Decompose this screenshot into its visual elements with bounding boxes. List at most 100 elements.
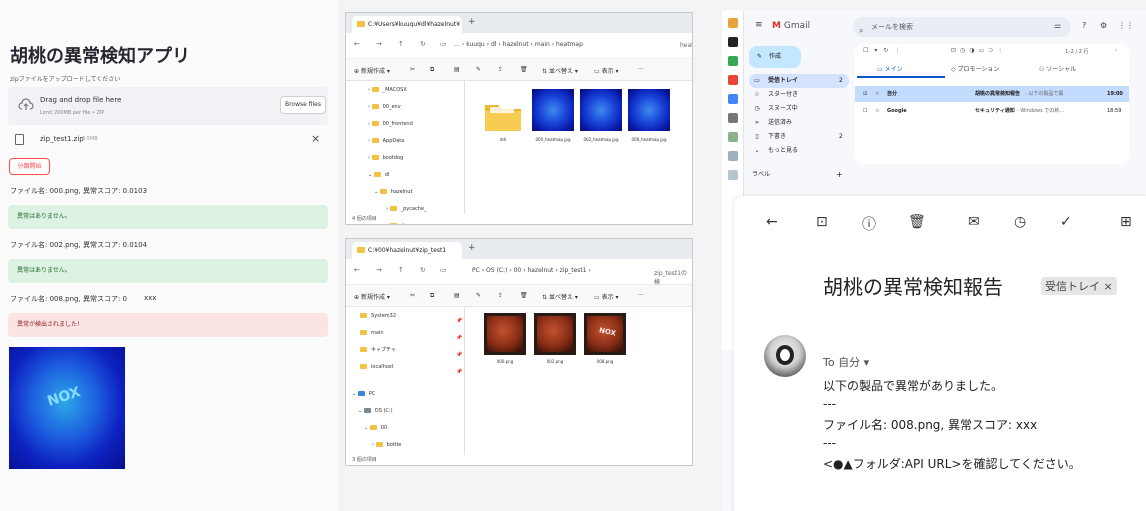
cut-icon[interactable]: ✂ xyxy=(410,66,415,73)
tree-item[interactable]: › 00_env xyxy=(368,102,401,112)
forward-icon[interactable]: → xyxy=(376,266,382,274)
remove-file-button[interactable]: × xyxy=(311,132,320,145)
archive-icon[interactable]: ⊡ xyxy=(816,214,828,230)
tree-item[interactable]: › _pycache_ xyxy=(386,204,427,214)
delete-icon[interactable]: 🗑 xyxy=(908,214,926,230)
tab-promotions[interactable]: ◇ プロモーション xyxy=(951,64,999,73)
app-icon[interactable] xyxy=(728,132,738,142)
file-dropzone[interactable]: Drag and drop file here Limit 200MB per … xyxy=(8,87,328,125)
tab-primary[interactable]: ▭ メイン xyxy=(877,64,903,73)
more-icon[interactable]: ··· xyxy=(638,292,644,299)
new-button[interactable]: ⊕ 新規作成 ▾ xyxy=(354,66,390,75)
pane-splitter[interactable] xyxy=(464,307,465,455)
copy-icon[interactable]: ⧉ xyxy=(430,292,434,300)
nav-sent[interactable]: ➢ 送信済み xyxy=(752,117,792,129)
nav-drafts[interactable]: ▯ 下書き 2 xyxy=(752,131,842,143)
new-tab-button[interactable]: + xyxy=(468,17,476,27)
tree-item[interactable]: › AppData xyxy=(368,136,404,146)
breadcrumb[interactable]: … › kuuqu › dl › hazelnut › main › heatm… xyxy=(454,41,583,48)
tree-item[interactable]: localhost xyxy=(360,362,393,372)
menu-icon[interactable]: ≡ xyxy=(755,20,763,30)
explorer-tab[interactable]: C:¥Users¥kuuqu¥dl¥hazelnut¥ xyxy=(352,16,462,33)
tree-item[interactable]: ⌄ 00 xyxy=(364,423,387,433)
tab-social[interactable]: ⚇ ソーシャル xyxy=(1039,64,1076,73)
delete-icon[interactable]: 🗑 xyxy=(520,292,528,299)
sort-button[interactable]: ⇅ 並べ替え ▾ xyxy=(542,292,578,301)
apps-icon[interactable]: ⋮⋮ xyxy=(1118,21,1134,30)
share-icon[interactable]: ⇪ xyxy=(498,66,503,73)
help-icon[interactable]: ? xyxy=(1082,21,1086,30)
address-bar[interactable]: ← → ↑ ↻ ▭ PC › OS (C:) › 00 › hazelnut ›… xyxy=(346,259,692,286)
message-row[interactable]: ☐ ☆ Google セキュリティ通知 - Windows での新… 18:59 xyxy=(855,103,1129,119)
tree-item[interactable]: › bottle xyxy=(372,440,401,450)
gmail-logo[interactable]: M Gmail xyxy=(772,21,810,31)
paste-icon[interactable]: ▤ xyxy=(454,66,460,73)
hazelnut-thumbnail[interactable] xyxy=(534,313,576,355)
back-arrow-icon[interactable]: ← xyxy=(766,214,778,230)
report-spam-icon[interactable]: ⓘ xyxy=(862,214,876,234)
new-button[interactable]: ⊕ 新規作成 ▾ xyxy=(354,292,390,301)
inbox-label-chip[interactable]: 受信トレイ × xyxy=(1041,277,1117,295)
gmail-icon[interactable] xyxy=(728,75,738,85)
view-button[interactable]: ▭ 表示 ▾ xyxy=(594,66,619,75)
forward-icon[interactable]: → xyxy=(376,40,382,48)
list-action-icons[interactable]: ⊡◷◑▭⊃⋮ xyxy=(951,47,1007,54)
sort-button[interactable]: ⇅ 並べ替え ▾ xyxy=(542,66,578,75)
rename-icon[interactable]: ✎ xyxy=(476,292,481,299)
tree-item[interactable]: › bootdog xyxy=(368,153,403,163)
app-icon[interactable] xyxy=(728,151,738,161)
youtube-icon[interactable] xyxy=(728,113,738,123)
browse-files-button[interactable]: Browse files xyxy=(280,96,326,114)
slack-icon[interactable] xyxy=(728,18,738,28)
add-task-icon[interactable]: ✓ xyxy=(1060,214,1072,230)
nav-inbox[interactable]: ▭ 受信トレイ 2 xyxy=(752,75,843,87)
mark-unread-icon[interactable]: ✉ xyxy=(968,214,980,230)
tree-item[interactable]: › _MACOSX xyxy=(368,85,407,95)
address-bar[interactable]: ← → ↑ ↻ ▭ … › kuuqu › dl › hazelnut › ma… xyxy=(346,33,692,59)
tree-item[interactable]: main xyxy=(360,328,384,338)
rename-icon[interactable]: ✎ xyxy=(476,66,481,73)
more-icon[interactable]: ··· xyxy=(638,66,644,73)
tree-item[interactable]: ⌄ hazelnut xyxy=(374,187,412,197)
run-classification-button[interactable]: 分類開始 xyxy=(9,158,50,175)
heatmap-thumbnail[interactable] xyxy=(532,89,574,131)
settings-icon[interactable]: ⚙ xyxy=(1100,21,1107,30)
nav-starred[interactable]: ☆ スター付き xyxy=(752,89,798,101)
nav-more[interactable]: ⌄ もっと見る xyxy=(752,145,798,157)
hazelnut-thumbnail[interactable]: NOX xyxy=(584,313,626,355)
app-icon[interactable] xyxy=(728,37,738,47)
refresh-icon[interactable]: ↻ xyxy=(420,266,426,274)
tree-item[interactable]: › ds xyxy=(386,221,406,224)
prev-page-icon[interactable]: ‹ xyxy=(1115,47,1117,54)
move-to-icon[interactable]: ⊞ xyxy=(1120,214,1132,230)
breadcrumb[interactable]: PC › OS (C:) › 00 › hazelnut › zip_test1… xyxy=(472,267,591,274)
explorer-tab[interactable]: C:¥00¥hazelnut¥zip_test1 xyxy=(352,242,462,259)
tree-item[interactable]: ⌄ dl xyxy=(368,170,389,180)
hazelnut-thumbnail[interactable] xyxy=(484,313,526,355)
tree-item[interactable]: キャプチャ xyxy=(360,345,396,355)
app-icon[interactable] xyxy=(728,170,738,180)
recipient-line[interactable]: To 自分 ▾ xyxy=(823,354,869,370)
compose-button[interactable]: ✎ 作成 xyxy=(749,46,801,68)
view-button[interactable]: ▭ 表示 ▾ xyxy=(594,292,619,301)
cut-icon[interactable]: ✂ xyxy=(410,292,415,299)
back-icon[interactable]: ← xyxy=(354,40,360,48)
add-label-button[interactable]: + xyxy=(836,169,843,181)
copy-icon[interactable]: ⧉ xyxy=(430,66,434,74)
nav-snoozed[interactable]: ◷ スヌーズ中 xyxy=(752,103,797,115)
tree-item-pc[interactable]: ⌄ PC xyxy=(352,389,375,399)
up-icon[interactable]: ↑ xyxy=(398,40,404,48)
heatmap-thumbnail[interactable] xyxy=(580,89,622,131)
message-row[interactable]: ☑ ☆ 自分 胡桃の異常検知報告 - 以下の製品で異 19:00 xyxy=(855,86,1129,102)
new-tab-button[interactable]: + xyxy=(468,243,476,253)
pane-splitter[interactable] xyxy=(464,81,465,214)
up-icon[interactable]: ↑ xyxy=(398,266,404,274)
list-toolbar[interactable]: ☐▾↻⋮ xyxy=(863,47,906,54)
drive-icon[interactable] xyxy=(728,56,738,66)
refresh-icon[interactable]: ↻ xyxy=(420,40,426,48)
folder-icon[interactable] xyxy=(484,99,522,133)
tree-item[interactable]: System32 xyxy=(360,311,396,321)
back-icon[interactable]: ← xyxy=(354,266,360,274)
search-bar[interactable]: ⌕ メールを検索 xyxy=(853,17,1071,37)
heatmap-thumbnail[interactable] xyxy=(628,89,670,131)
